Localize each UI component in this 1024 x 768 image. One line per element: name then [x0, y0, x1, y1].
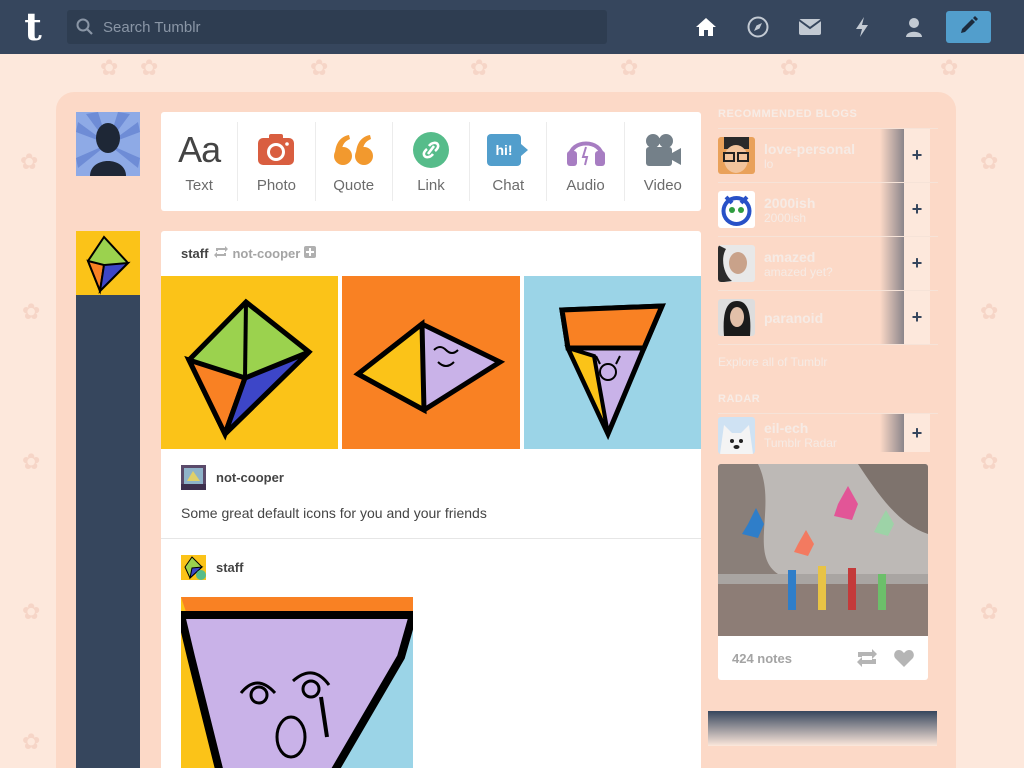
user-avatar[interactable] — [76, 112, 140, 176]
nav-icons — [680, 0, 940, 54]
video-camera-icon — [644, 129, 682, 171]
like-heart-icon[interactable] — [894, 649, 914, 667]
search-icon — [67, 10, 103, 44]
reblog-icon — [214, 246, 229, 261]
blog-avatar — [718, 191, 755, 228]
quote-icon — [333, 129, 374, 171]
radar-post-card: 424 notes — [718, 464, 928, 680]
post-photo-label: Photo — [256, 177, 297, 194]
text-icon: Aa — [178, 129, 221, 170]
post-large-photo[interactable] — [181, 597, 413, 768]
top-navigation: t — [0, 0, 1024, 54]
follow-button[interactable]: + — [904, 183, 930, 236]
blog-avatar — [718, 137, 755, 174]
headphones-icon — [566, 129, 606, 171]
link-icon — [412, 129, 449, 171]
staff-avatar[interactable] — [76, 231, 140, 295]
post-blog-name[interactable]: staff — [181, 246, 208, 261]
recommended-heading: RECOMMENDED BLOGS — [718, 108, 938, 129]
sidebar-bottom-fade — [708, 711, 937, 746]
follow-button[interactable]: + — [904, 291, 930, 344]
photo-blue-kite[interactable] — [524, 276, 701, 449]
notes-count[interactable]: 424 notes — [732, 651, 840, 666]
radar-heading: RADAR — [718, 393, 938, 414]
blog-name: eil-ech — [764, 420, 809, 436]
svg-text:hi!: hi! — [496, 142, 513, 158]
blog-avatar — [718, 416, 755, 454]
blog-avatar — [718, 245, 755, 282]
sidebar: RECOMMENDED BLOGS love-personal lo + 200… — [718, 108, 938, 680]
blog-name: amazed — [764, 248, 816, 265]
follow-plus-icon[interactable] — [304, 246, 317, 261]
post-photo-button[interactable]: Photo — [238, 122, 316, 201]
blog-name: paranoid — [764, 309, 824, 326]
search-input[interactable] — [103, 18, 583, 36]
activity-icon[interactable] — [836, 0, 888, 54]
photo-yellow-kite[interactable] — [161, 276, 338, 449]
recommended-blog-item[interactable]: paranoid + — [718, 291, 938, 345]
not-cooper-avatar[interactable] — [181, 464, 206, 490]
camera-icon — [257, 129, 295, 171]
blog-subtitle: amazed yet? — [764, 264, 833, 279]
photoset — [161, 276, 701, 449]
follow-button[interactable]: + — [904, 129, 930, 182]
blog-subtitle: 2000ish — [764, 210, 807, 225]
search-box[interactable] — [67, 10, 607, 44]
recommended-blog-item[interactable]: amazed amazed yet? + — [718, 237, 938, 291]
svg-text:t: t — [24, 7, 42, 47]
explore-icon[interactable] — [732, 0, 784, 54]
reblogged-from-name[interactable]: not-cooper — [232, 246, 300, 261]
blog-subtitle: Tumblr Radar — [764, 436, 837, 450]
reblog-trail-row: not-cooper — [161, 449, 701, 491]
reblog-trail-row: staff — [161, 539, 701, 581]
follow-button[interactable]: + — [904, 237, 930, 290]
post-chat-label: Chat — [492, 177, 525, 194]
recommended-blog-item[interactable]: love-personal lo + — [718, 129, 938, 183]
post-quote-label: Quote — [333, 177, 375, 194]
reblog-user-name[interactable]: staff — [216, 560, 243, 575]
explore-link[interactable]: Explore all of Tumblr — [718, 355, 938, 369]
post-chat-button[interactable]: hi! Chat — [470, 122, 548, 201]
post-audio-label: Audio — [566, 177, 605, 194]
follow-button[interactable]: + — [904, 414, 930, 452]
post-avatar-column — [76, 231, 140, 768]
radar-photo[interactable] — [718, 464, 928, 636]
blog-avatar — [718, 299, 755, 336]
blog-name: love-personal — [764, 140, 856, 157]
post-audio-button[interactable]: Audio — [547, 122, 625, 201]
chat-icon: hi! — [487, 129, 529, 171]
home-icon[interactable] — [680, 0, 732, 54]
dashboard-post: staff not-cooper not-cooper Some great d… — [161, 231, 701, 768]
radar-post-footer: 424 notes — [718, 636, 928, 680]
reblog-user-name[interactable]: not-cooper — [216, 470, 284, 485]
post-link-button[interactable]: Link — [393, 122, 471, 201]
photo-orange-kite[interactable] — [342, 276, 520, 449]
post-type-bar: Aa Text Photo Quote Link hi! Chat Audio — [161, 112, 701, 211]
post-header: staff not-cooper — [161, 231, 701, 276]
inbox-icon[interactable] — [784, 0, 836, 54]
blog-name: 2000ish — [764, 194, 816, 211]
reblog-icon[interactable] — [856, 649, 878, 667]
blog-subtitle: lo — [764, 156, 774, 171]
post-video-label: Video — [643, 177, 682, 194]
post-text-label: Text — [185, 177, 213, 194]
tumblr-logo[interactable]: t — [17, 7, 49, 47]
radar-blog-item[interactable]: eil-ech Tumblr Radar + — [718, 414, 938, 456]
post-quote-button[interactable]: Quote — [316, 122, 393, 201]
account-icon[interactable] — [888, 0, 940, 54]
post-text-button[interactable]: Aa Text — [161, 122, 239, 201]
staff-mini-avatar[interactable] — [181, 554, 206, 580]
pencil-icon — [959, 15, 979, 40]
post-video-button[interactable]: Video — [625, 122, 701, 201]
post-caption: Some great default icons for you and you… — [161, 491, 701, 539]
recommended-blog-item[interactable]: 2000ish 2000ish + — [718, 183, 938, 237]
compose-button[interactable] — [946, 11, 991, 43]
post-link-label: Link — [417, 177, 445, 194]
